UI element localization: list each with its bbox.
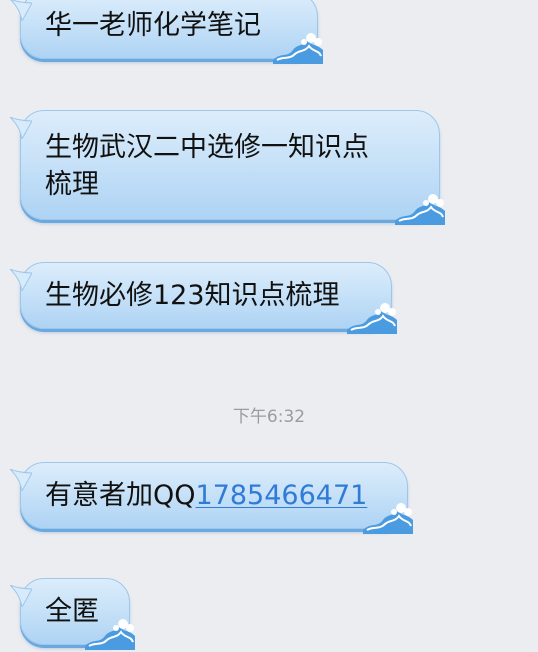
message-text: 华一老师化学笔记 <box>45 10 261 41</box>
message-text-line: 生物武汉二中选修一知识点 <box>45 132 369 163</box>
message-bubble[interactable]: 有意者加QQ1785466471 <box>10 462 413 534</box>
message-text: 生物必修123知识点梳理 <box>45 280 340 311</box>
message-timestamp: 下午6:32 <box>232 407 306 427</box>
wave-decoration-icon <box>363 503 413 534</box>
wave-decoration-icon <box>347 303 397 334</box>
bubble-tail-icon <box>10 585 32 607</box>
message-bubble[interactable]: 全匿 <box>10 578 135 650</box>
qq-number-link[interactable]: 1785466471 <box>196 480 368 511</box>
bubble-tail-icon <box>10 117 32 139</box>
message-bubble[interactable]: 华一老师化学笔记 <box>10 0 323 64</box>
chat-conversation: 华一老师化学笔记 生物武汉二中选修一知识点 梳理 生物必修123知识点梳理 下午… <box>0 0 538 652</box>
wave-decoration-icon <box>273 33 323 64</box>
wave-decoration-icon <box>395 194 445 225</box>
bubble-tail-icon <box>10 0 32 21</box>
message-bubble[interactable]: 生物武汉二中选修一知识点 梳理 <box>10 110 445 225</box>
message-text: 有意者加QQ <box>45 480 196 511</box>
wave-decoration-icon <box>85 619 135 650</box>
message-text-line: 梳理 <box>45 169 99 200</box>
bubble-tail-icon <box>10 269 32 291</box>
bubble-tail-icon <box>10 469 32 491</box>
message-bubble[interactable]: 生物必修123知识点梳理 <box>10 262 397 334</box>
